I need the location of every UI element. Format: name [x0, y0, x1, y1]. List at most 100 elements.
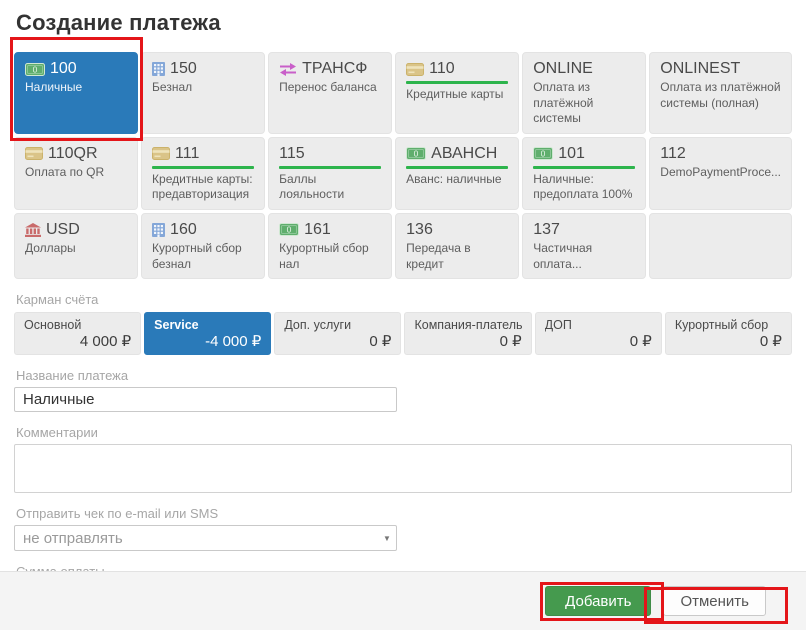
payment-type-tile[interactable]: 0 101 Наличные: предоплата 100% [522, 137, 646, 210]
fiscal-underline [152, 166, 254, 169]
payment-type-tile-empty [649, 213, 792, 279]
svg-text:0: 0 [33, 64, 38, 74]
pocket-amount: 0 ₽ [414, 332, 521, 350]
fiscal-underline [406, 81, 508, 84]
payment-type-tile[interactable]: 110 Кредитные карты [395, 52, 519, 134]
payment-type-subtitle: Оплата по QR [25, 165, 127, 181]
payment-type-tile[interactable]: 0161Курортный сбор нал [268, 213, 392, 279]
add-button[interactable]: Добавить [545, 586, 651, 616]
pocket-name: ДОП [545, 318, 652, 332]
cash-icon: 0 [279, 223, 299, 236]
payment-type-code: ТРАНСФ [302, 60, 367, 78]
payment-type-subtitle: DemoPaymentProce... [660, 165, 781, 181]
payment-type-tile[interactable]: ONLINE Оплата из платёжной системы [522, 52, 646, 134]
transfer-icon [279, 63, 297, 76]
pocket-tile[interactable]: Компания-плательщи0 ₽ [404, 312, 531, 355]
chevron-down-icon: ▼ [378, 526, 396, 550]
payment-type-subtitle: Оплата из платёжной системы [533, 80, 635, 127]
payment-name-input[interactable] [14, 387, 397, 412]
pocket-name: Доп. услуги [284, 318, 391, 332]
payment-type-subtitle: Частичная оплата... [533, 241, 635, 272]
payment-type-tile[interactable]: 136Передача в кредит [395, 213, 519, 279]
payment-type-code: 110QR [48, 145, 98, 163]
payment-type-grid: 0100Наличные150БезналТРАНСФПеренос балан… [14, 52, 792, 279]
pocket-tile[interactable]: Основной4 000 ₽ [14, 312, 141, 355]
payment-type-head: ONLINE [533, 60, 635, 78]
fiscal-underline [406, 166, 508, 169]
payment-type-head: 110QR [25, 145, 127, 163]
payment-type-tile[interactable]: 115Баллы лояльности [268, 137, 392, 210]
payment-type-subtitle: Безнал [152, 80, 254, 96]
payment-type-subtitle: Аванс: наличные [406, 172, 508, 188]
payment-type-subtitle: Перенос баланса [279, 80, 381, 96]
page-title: Создание платежа [14, 0, 792, 36]
payment-type-subtitle: Баллы лояльности [279, 172, 381, 203]
pocket-name: Основной [24, 318, 131, 332]
payment-type-head: 112 [660, 145, 781, 163]
pocket-tile[interactable]: Доп. услуги0 ₽ [274, 312, 401, 355]
comments-textarea[interactable] [14, 444, 792, 493]
pocket-amount: -4 000 ₽ [154, 332, 261, 350]
payment-type-subtitle: Курортный сбор нал [279, 241, 381, 272]
payment-type-tile[interactable]: ONLINESTОплата из платёжной системы (пол… [649, 52, 792, 134]
dialog-footer: Добавить Отменить [0, 571, 806, 630]
payment-type-head: ТРАНСФ [279, 60, 381, 78]
payment-type-code: 136 [406, 221, 433, 239]
payment-type-head: ONLINEST [660, 60, 781, 78]
payment-type-tile[interactable]: 150 Безнал [141, 52, 265, 134]
payment-type-tile[interactable]: 111 Кредитные карты: предавторизация [141, 137, 265, 210]
payment-type-head: 136 [406, 221, 508, 239]
cash-icon: 0 [25, 63, 45, 76]
receipt-select[interactable]: не отправлять ▼ [14, 525, 397, 551]
card-icon [406, 63, 424, 76]
pocket-amount: 0 ₽ [675, 332, 782, 350]
pocket-amount: 0 ₽ [545, 332, 652, 350]
payment-type-head: 110 [406, 60, 508, 78]
payment-type-code: 112 [660, 145, 686, 163]
payment-type-code: 150 [170, 60, 197, 78]
fiscal-underline [279, 166, 381, 169]
svg-text:0: 0 [414, 149, 419, 159]
cancel-button[interactable]: Отменить [663, 586, 766, 616]
payment-type-tile[interactable]: 0100Наличные [14, 52, 138, 134]
payment-dialog: Создание платежа 0100Наличные150БезналТР… [0, 0, 806, 627]
pocket-tile[interactable]: Курортный сбор0 ₽ [665, 312, 792, 355]
payment-name-label: Название платежа [14, 368, 792, 383]
payment-type-head: 137 [533, 221, 635, 239]
payment-type-code: 110 [429, 60, 455, 78]
payment-type-head: 111 [152, 145, 254, 163]
payment-type-tile[interactable]: 0АВАНСН Аванс: наличные [395, 137, 519, 210]
pocket-amount: 0 ₽ [284, 332, 391, 350]
payment-type-tile[interactable]: 112 DemoPaymentProce... [649, 137, 792, 210]
svg-text:0: 0 [541, 149, 546, 159]
payment-type-subtitle: Курортный сбор безнал [152, 241, 254, 272]
payment-type-tile[interactable]: ТРАНСФ Перенос баланса [268, 52, 392, 134]
payment-type-tile[interactable]: 160Курортный сбор безнал [141, 213, 265, 279]
payment-type-tile[interactable]: 110QR Оплата по QR [14, 137, 138, 210]
building-icon [152, 223, 165, 237]
payment-type-subtitle: Кредитные карты: предавторизация [152, 172, 254, 203]
pockets-label: Карман счёта [14, 292, 792, 307]
payment-type-code: ONLINE [533, 60, 593, 78]
pocket-tile[interactable]: ДОП0 ₽ [535, 312, 662, 355]
fiscal-underline [533, 166, 635, 169]
payment-type-code: 100 [50, 60, 77, 78]
payment-type-subtitle: Кредитные карты [406, 87, 508, 103]
payment-type-code: USD [46, 221, 80, 239]
pocket-tile[interactable]: Service-4 000 ₽ [144, 312, 271, 355]
card-icon [25, 147, 43, 160]
payment-type-code: 101 [558, 145, 585, 163]
receipt-label: Отправить чек по e-mail или SMS [14, 506, 792, 521]
comments-label: Комментарии [14, 425, 792, 440]
receipt-select-value: не отправлять [15, 530, 378, 547]
cash-icon: 0 [533, 147, 553, 160]
cash-icon: 0 [406, 147, 426, 160]
payment-type-subtitle: Наличные: предоплата 100% [533, 172, 635, 203]
payment-type-head: USD [25, 221, 127, 239]
payment-type-head: 0АВАНСН [406, 145, 508, 163]
payment-type-tile[interactable]: USDДоллары [14, 213, 138, 279]
payment-type-head: 0 101 [533, 145, 635, 163]
payment-type-code: 137 [533, 221, 560, 239]
building-icon [152, 62, 165, 76]
payment-type-tile[interactable]: 137 Частичная оплата... [522, 213, 646, 279]
